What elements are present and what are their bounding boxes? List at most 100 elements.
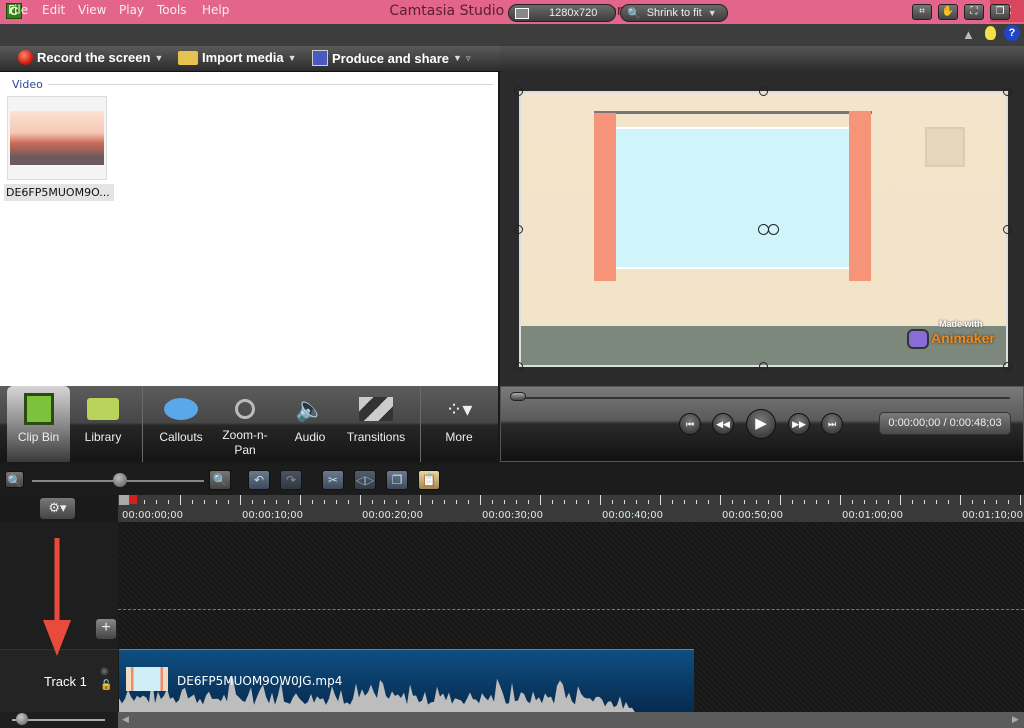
overflow-icon[interactable]: ▿	[466, 53, 471, 64]
ruler-tick	[168, 500, 169, 504]
canvas-dimensions-button[interactable]: 1280x720	[508, 4, 616, 22]
scroll-left-icon[interactable]: ◀	[122, 714, 129, 725]
add-track-button[interactable]: +	[96, 619, 116, 639]
resize-handle[interactable]	[1003, 225, 1012, 234]
zoom-dropdown[interactable]: 🔍 Shrink to fit ▼	[620, 4, 728, 22]
ruler-tick	[876, 500, 877, 504]
ruler-tick	[780, 495, 781, 505]
ruler-tick	[912, 500, 913, 504]
ruler-tick	[156, 500, 157, 504]
playhead-marker[interactable]	[129, 495, 137, 504]
split-button[interactable]: ◁▷	[354, 470, 376, 490]
playback-scrubber[interactable]	[518, 397, 1010, 399]
detach-icon: ❐	[995, 6, 1005, 17]
resize-handle[interactable]	[514, 362, 523, 371]
tab-more[interactable]: ⁘▾ More	[430, 386, 488, 462]
tab-zoom-n-pan[interactable]: Zoom-n-Pan	[216, 386, 274, 462]
tip-lightbulb-icon[interactable]	[985, 26, 996, 40]
plus-icon: +	[101, 619, 111, 636]
skip-forward-icon: ⏭	[827, 419, 837, 429]
crop-icon: ⌗	[919, 6, 925, 17]
ruler-tick	[960, 495, 961, 505]
tab-divider	[142, 386, 143, 462]
play-button[interactable]: ▶	[746, 409, 776, 439]
ruler-tick	[804, 500, 805, 504]
ruler-tick	[636, 500, 637, 504]
import-media-button[interactable]: Import media ▼	[178, 50, 297, 65]
gear-icon: ⚙▾	[48, 500, 67, 515]
magnifier-icon	[216, 392, 274, 426]
menu-view[interactable]: View	[78, 3, 106, 17]
scrubber-handle[interactable]	[510, 392, 526, 401]
jump-to-end-button[interactable]: ⏭	[821, 413, 843, 435]
resize-handle[interactable]	[1003, 362, 1012, 371]
lock-icon[interactable]: 🔓	[100, 680, 112, 691]
tab-transitions[interactable]: Transitions	[340, 386, 412, 462]
copy-button[interactable]: ❐	[386, 470, 408, 490]
undo-button[interactable]: ↶	[248, 470, 270, 490]
menu-play[interactable]: Play	[119, 3, 144, 17]
play-icon: ▶	[755, 415, 767, 432]
tab-library[interactable]: Library	[72, 386, 134, 462]
clip-label[interactable]: DE6FP5MUOM9O...	[4, 184, 114, 201]
track-height-knob[interactable]	[16, 713, 28, 725]
horizontal-scrollbar[interactable]	[118, 712, 1024, 728]
ruler-tick	[888, 500, 889, 504]
menu-edit[interactable]: Edit	[42, 3, 65, 17]
clip-thumbnail[interactable]	[7, 96, 107, 180]
rotation-handle[interactable]	[768, 224, 779, 235]
menu-file[interactable]: File	[8, 3, 28, 17]
menu-tools[interactable]: Tools	[157, 3, 187, 17]
zoom-slider-knob[interactable]	[113, 473, 127, 487]
zoom-out-button[interactable]: 🔍	[5, 471, 24, 488]
visibility-eye-icon[interactable]: ◉	[100, 666, 109, 677]
jump-to-start-button[interactable]: ⏮	[679, 413, 701, 435]
resize-handle[interactable]	[759, 87, 768, 96]
ruler-tick	[276, 500, 277, 504]
ruler-tick-label: 00:00:50;00	[722, 510, 784, 521]
resize-handle[interactable]	[1003, 87, 1012, 96]
zoom-out-icon: 🔍	[7, 474, 22, 488]
ruler-tick	[144, 500, 145, 504]
ruler-tick	[1020, 495, 1021, 505]
timeline-settings-button[interactable]: ⚙▾	[40, 498, 75, 519]
paste-button[interactable]: 📋	[418, 470, 440, 490]
ruler-tick	[864, 500, 865, 504]
tab-clip-bin[interactable]: Clip Bin	[7, 386, 70, 462]
ruler-tick-label: 00:01:00;00	[842, 510, 904, 521]
fullscreen-button[interactable]: ⛶	[964, 4, 984, 20]
record-screen-button[interactable]: Record the screen ▼	[18, 50, 163, 65]
watermark-caption: Made with	[939, 319, 983, 329]
pan-button[interactable]: ✋	[938, 4, 958, 20]
resize-handle[interactable]	[759, 362, 768, 371]
detach-preview-button[interactable]: ❐	[990, 4, 1010, 20]
redo-button[interactable]: ↷	[280, 470, 302, 490]
menu-help[interactable]: Help	[202, 3, 229, 17]
produce-share-button[interactable]: Produce and share ▼ ▿	[312, 50, 471, 66]
resize-handle[interactable]	[514, 225, 523, 234]
rewind-button[interactable]: ◀◀	[712, 413, 734, 435]
chevron-down-icon: ▼	[287, 52, 297, 63]
crop-button[interactable]: ⌗	[912, 4, 932, 20]
cut-button[interactable]: ✂	[322, 470, 344, 490]
ruler-tick	[444, 500, 445, 504]
ruler-tick	[324, 500, 325, 504]
fast-forward-button[interactable]: ▶▶	[788, 413, 810, 435]
tab-callouts[interactable]: Callouts	[152, 386, 210, 462]
help-icon[interactable]: ?	[1004, 25, 1020, 41]
zoom-in-button[interactable]: 🔍	[209, 470, 231, 490]
playhead[interactable]	[119, 495, 129, 505]
more-icon: ⁘▾	[445, 398, 473, 421]
scroll-right-icon[interactable]: ▶	[1012, 714, 1019, 725]
menu-bar	[0, 24, 1024, 46]
right-curtain	[849, 111, 871, 281]
track-name[interactable]: Track 1	[44, 674, 87, 689]
ruler-tick	[252, 500, 253, 504]
ruler-tick	[216, 500, 217, 504]
ruler-tick	[924, 500, 925, 504]
notification-bell-icon[interactable]: ▲	[962, 27, 975, 42]
ruler-tick	[204, 500, 205, 504]
resize-handle[interactable]	[514, 87, 523, 96]
tab-audio[interactable]: 🔈 Audio	[286, 386, 334, 462]
ruler-tick	[456, 500, 457, 504]
